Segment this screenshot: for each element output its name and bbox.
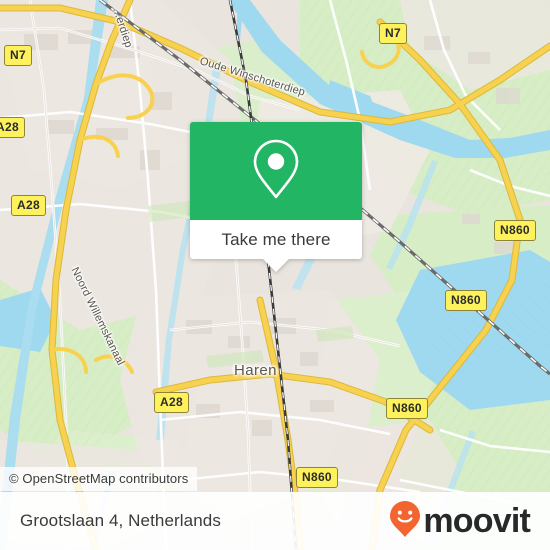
osm-attribution[interactable]: © OpenStreetMap contributors <box>0 467 198 491</box>
road-shield-a28-south[interactable]: A28 <box>154 392 189 413</box>
callout-tail-pointer <box>263 259 289 272</box>
road-shield-n860-s[interactable]: N860 <box>296 467 338 488</box>
moovit-wordmark: moovit <box>423 502 530 540</box>
map-pin-icon <box>250 137 302 206</box>
road-shield-n860-se[interactable]: N860 <box>386 398 428 419</box>
road-shield-n860-ne[interactable]: N860 <box>494 220 536 241</box>
callout-header <box>190 122 362 220</box>
moovit-brand[interactable]: moovit <box>389 500 531 543</box>
road-shield-a28-west[interactable]: A28 <box>11 195 46 216</box>
road-shield-n7-east[interactable]: N7 <box>379 23 407 44</box>
moovit-smiley-pin-icon <box>389 500 421 543</box>
bottom-info-bar: Grootslaan 4, Netherlands moovit <box>0 492 550 550</box>
road-shield-n860-e[interactable]: N860 <box>445 290 487 311</box>
city-label-haren: Haren <box>234 362 277 379</box>
address-label: Grootslaan 4, Netherlands <box>20 511 221 530</box>
road-shield-n7-west[interactable]: N7 <box>4 45 32 66</box>
map-screenshot: Oude Winschoterdiep ...erdiep Noord Will… <box>0 0 550 550</box>
road-shield-a28-edge[interactable]: A28 <box>0 117 25 138</box>
callout-action-bar[interactable]: Take me there <box>190 220 362 259</box>
destination-callout[interactable]: Take me there <box>190 122 362 272</box>
take-me-there-label: Take me there <box>221 229 331 249</box>
